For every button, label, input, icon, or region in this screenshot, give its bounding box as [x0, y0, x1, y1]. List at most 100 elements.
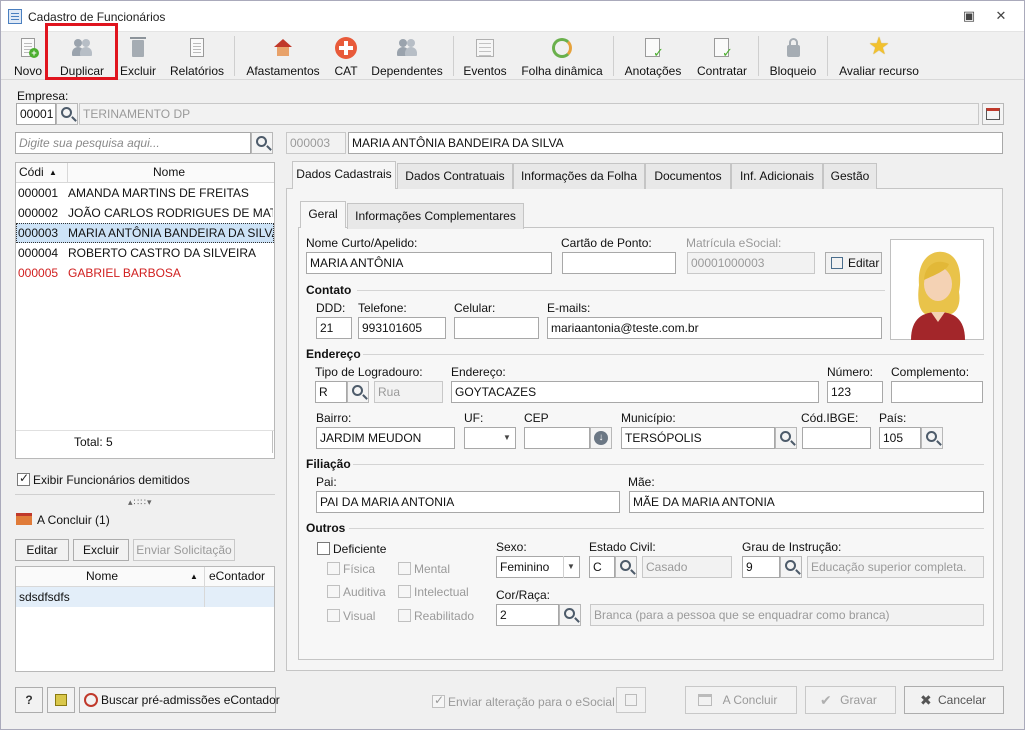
cycle-icon [552, 38, 572, 58]
ibge-input[interactable] [802, 427, 871, 449]
tab-dados-contratuais[interactable]: Dados Contratuais [397, 163, 513, 189]
employee-list[interactable]: Códi ▲ Nome 000001 AMANDA MARTINS DE FREI… [15, 162, 275, 459]
avaliar-recurso-button[interactable]: ★ Avaliar recurso [835, 32, 923, 79]
econtador-icon [84, 693, 98, 707]
employee-row[interactable]: 000004 ROBERTO CASTRO DA SILVEIRA [16, 243, 274, 263]
celular-input[interactable] [454, 317, 539, 339]
mae-input[interactable]: MÃE DA MARIA ANTONIA [629, 491, 984, 513]
tab-inf-adicionais[interactable]: Inf. Adicionais [731, 163, 823, 189]
a-concluir-button[interactable]: A Concluir [685, 686, 797, 714]
visual-checkbox[interactable] [327, 609, 340, 622]
email-input[interactable]: mariaantonia@teste.com.br [547, 317, 882, 339]
tab-informacoes-folha[interactable]: Informações da Folha [513, 163, 645, 189]
pending-list[interactable]: Nome ▲ eContador sdsdfsdfs [15, 566, 275, 672]
show-dismissed-checkbox[interactable] [17, 471, 30, 486]
search-icon [620, 560, 631, 571]
econtador-header[interactable]: eContador [209, 567, 265, 586]
grau-instrucao-search-button[interactable] [780, 556, 802, 578]
bairro-label: Bairro: [316, 411, 352, 425]
municipio-input[interactable]: TERSÓPOLIS [621, 427, 775, 449]
excluir-button[interactable]: Excluir [115, 32, 161, 78]
splitter-handle[interactable]: ▴∷∷▾ [128, 497, 153, 508]
mental-checkbox[interactable] [398, 562, 411, 575]
send-request-button[interactable]: Enviar Solicitação [133, 539, 235, 561]
dependentes-button[interactable]: Dependentes [367, 32, 447, 78]
employee-search-button[interactable] [251, 132, 273, 154]
restore-icon[interactable]: ▣ [959, 8, 979, 24]
intelectual-checkbox[interactable] [398, 585, 411, 598]
telefone-label: Telefone: [358, 301, 407, 315]
numero-input[interactable]: 123 [827, 381, 883, 403]
buscar-preadmissoes-button[interactable]: Buscar pré-admissões eContador [79, 687, 280, 713]
employee-search-input[interactable]: Digite sua pesquisa aqui... [15, 132, 251, 154]
gravar-button[interactable]: ✔ Gravar [805, 686, 896, 714]
selected-name-field[interactable]: MARIA ANTÔNIA BANDEIRA DA SILVA [348, 132, 1003, 154]
editar-matricula-button[interactable]: Editar [825, 252, 882, 274]
ddd-input[interactable]: 21 [316, 317, 352, 339]
pending-edit-button[interactable]: Editar [15, 539, 69, 561]
subtab-geral[interactable]: Geral [300, 201, 346, 228]
contratar-button[interactable]: ✓ Contratar [691, 32, 753, 78]
afastamentos-button[interactable]: Afastamentos [241, 32, 325, 78]
search-icon [61, 107, 72, 118]
enviar-esocial-checkbox[interactable] [432, 693, 445, 708]
cep-lookup-button[interactable]: ↓ [590, 427, 612, 449]
employee-row-selected[interactable]: 000003 MARIA ANTÔNIA BANDEIRA DA SILVA [16, 223, 274, 243]
help-button[interactable]: ? [15, 687, 43, 713]
nome-curto-input[interactable]: MARIA ANTÔNIA [306, 252, 552, 274]
cat-button[interactable]: CAT [329, 32, 363, 78]
pais-search-button[interactable] [921, 427, 943, 449]
tab-documentos[interactable]: Documentos [645, 163, 731, 189]
folha-dinamica-button[interactable]: Folha dinâmica [516, 32, 608, 78]
name-column-header[interactable]: Nome [153, 163, 185, 182]
star-icon: ★ [868, 33, 890, 60]
reabilitado-checkbox[interactable] [398, 609, 411, 622]
bairro-input[interactable]: JARDIM MEUDON [316, 427, 455, 449]
pai-input[interactable]: PAI DA MARIA ANTONIA [316, 491, 620, 513]
relatorios-button[interactable]: Relatórios [166, 32, 228, 78]
tab-dados-cadastrais[interactable]: Dados Cadastrais [292, 161, 396, 189]
employee-photo[interactable] [890, 239, 984, 340]
search-icon [785, 560, 796, 571]
employee-row[interactable]: 000002JOÃO CARLOS RODRIGUES DE MATTOS [16, 203, 274, 223]
search-icon [564, 608, 575, 619]
tipo-logradouro-search-button[interactable] [347, 381, 369, 403]
medical-cross-icon [335, 37, 357, 59]
anotacoes-button[interactable]: ✓ Anotações [620, 32, 686, 78]
cep-input[interactable] [524, 427, 590, 449]
empresa-search-button[interactable] [56, 103, 78, 125]
fisica-checkbox[interactable] [327, 562, 340, 575]
esocial-button[interactable] [616, 687, 646, 713]
municipio-search-button[interactable] [775, 427, 797, 449]
estado-civil-search-button[interactable] [615, 556, 637, 578]
calendar-button[interactable] [982, 103, 1004, 125]
cor-raca-code-input[interactable]: 2 [496, 604, 559, 626]
subtab-informacoes-complementares[interactable]: Informações Complementares [347, 203, 524, 229]
pending-delete-button[interactable]: Excluir [73, 539, 129, 561]
cancel-x-icon: ✖ [920, 692, 932, 708]
employee-row-dismissed[interactable]: 000005 GABRIEL BARBOSA [16, 263, 274, 283]
eventos-button[interactable]: Eventos [460, 32, 510, 78]
empresa-code-input[interactable]: 00001 [16, 103, 56, 125]
employee-row[interactable]: 000001 AMANDA MARTINS DE FREITAS [16, 183, 274, 203]
endereco-input[interactable]: GOYTACAZES [451, 381, 819, 403]
bloqueio-button[interactable]: Bloqueio [765, 32, 821, 78]
pending-row[interactable]: sdsdfsdfs [16, 587, 274, 607]
cor-raca-search-button[interactable] [559, 604, 581, 626]
cancelar-button[interactable]: ✖ Cancelar [904, 686, 1004, 714]
grau-instrucao-code-input[interactable]: 9 [742, 556, 780, 578]
auditiva-checkbox[interactable] [327, 585, 340, 598]
complemento-input[interactable] [891, 381, 983, 403]
export-button[interactable] [47, 687, 75, 713]
cartao-ponto-input[interactable] [562, 252, 676, 274]
deficiente-checkbox[interactable] [317, 542, 330, 555]
telefone-input[interactable]: 993101605 [358, 317, 446, 339]
novo-button[interactable]: + Novo [7, 32, 49, 78]
pais-input[interactable]: 105 [879, 427, 921, 449]
code-column-header[interactable]: Códi [19, 163, 44, 182]
estado-civil-code-input[interactable]: C [589, 556, 615, 578]
tipo-logradouro-input[interactable]: R [315, 381, 347, 403]
tab-gestao[interactable]: Gestão [823, 163, 877, 189]
pending-name-header[interactable]: Nome [86, 567, 118, 586]
close-icon[interactable]: ✕ [991, 8, 1011, 24]
